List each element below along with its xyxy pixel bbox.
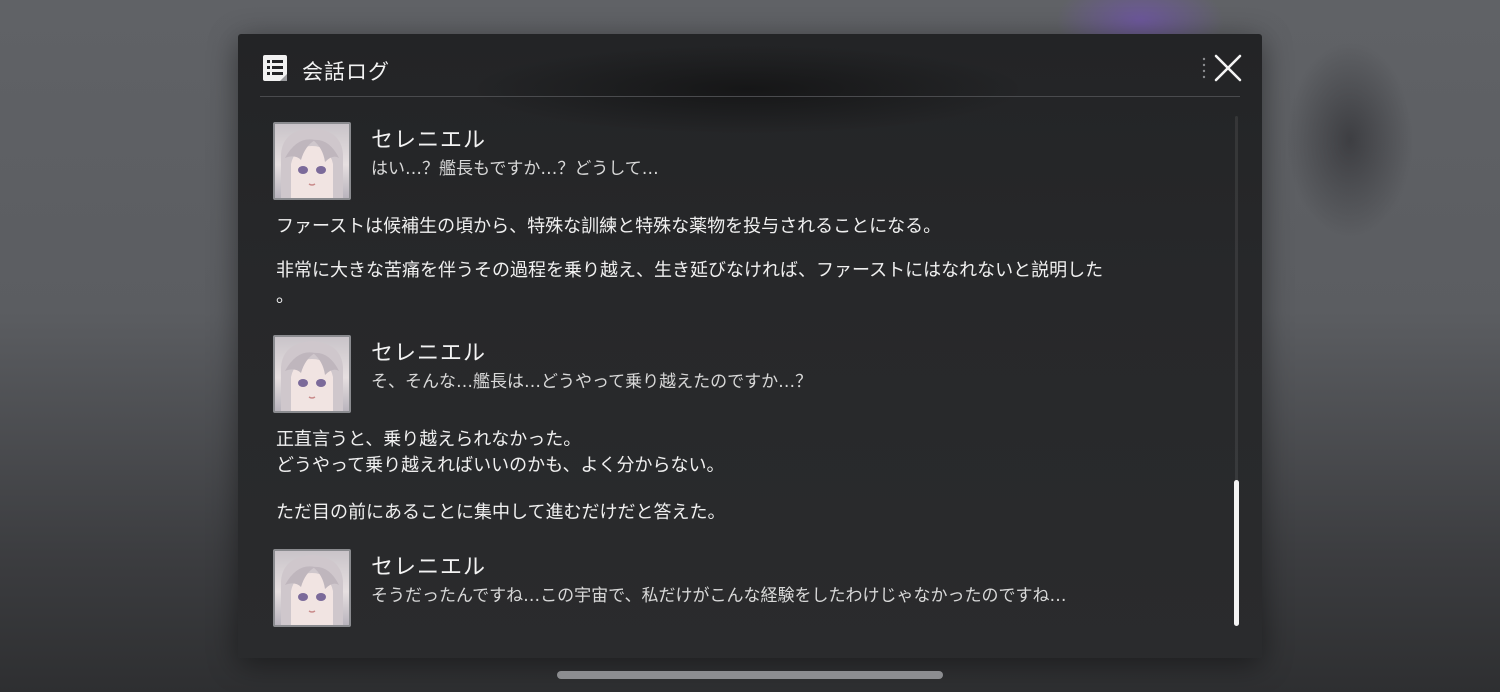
speech-text: はい…？艦長もですか…？どうして… [371, 159, 659, 179]
log-entry-narration: ただ目の前にあることに集中して進むだけだと答えた。 [276, 502, 726, 523]
speaker-avatar [273, 549, 351, 627]
header-divider [260, 96, 1240, 97]
avatar-portrait-icon [281, 555, 343, 625]
speaker-name: セレニエル [371, 341, 487, 366]
log-document-icon [263, 55, 287, 81]
speech-text: そ、そんな…艦長は…どうやって乗り越えたのですか…？ [371, 372, 813, 392]
close-icon [1214, 54, 1242, 82]
log-list[interactable]: セレニエル はい…？艦長もですか…？どうして… ファーストは候補生の頃から、特殊… [268, 114, 1238, 644]
speech-text: そうだったんですね…この宇宙で、私だけがこんな経験をしたわけじゃなかったのですね… [371, 586, 1067, 606]
speaker-avatar [273, 335, 351, 413]
avatar-portrait-icon [281, 341, 343, 411]
log-entry-narration: 非常に大きな苦痛を伴うその過程を乗り越え、生き延びなければ、ファーストにはなれな… [276, 260, 1104, 307]
log-entry-narration: ファーストは候補生の頃から、特殊な訓練と特殊な薬物を投与されることになる。 [276, 216, 942, 237]
speaker-name: セレニエル [371, 128, 487, 153]
conversation-log-dialog: 会話ログ セレニエル はい…？艦長もですか…？どうして… ファーストは候補生の頃… [238, 34, 1262, 658]
avatar-portrait-icon [281, 128, 343, 198]
scrollbar-thumb[interactable] [1234, 480, 1239, 626]
log-entry-narration: 正直言うと、乗り越えられなかった。 どうやって乗り越えればいいのかも、よく分から… [276, 429, 725, 476]
home-indicator[interactable] [557, 671, 943, 679]
speaker-avatar [273, 122, 351, 200]
dialog-header: 会話ログ [260, 52, 1240, 88]
header-separator-dots [1202, 57, 1206, 79]
close-button[interactable] [1212, 52, 1244, 84]
log-entry-speech: セレニエル そ、そんな…艦長は…どうやって乗り越えたのですか…？ [273, 335, 1233, 413]
speaker-name: セレニエル [371, 555, 487, 580]
log-entry-speech: セレニエル はい…？艦長もですか…？どうして… [273, 122, 1233, 200]
dialog-title: 会話ログ [302, 60, 390, 84]
log-entry-speech: セレニエル そうだったんですね…この宇宙で、私だけがこんな経験をしたわけじゃなか… [273, 549, 1233, 627]
